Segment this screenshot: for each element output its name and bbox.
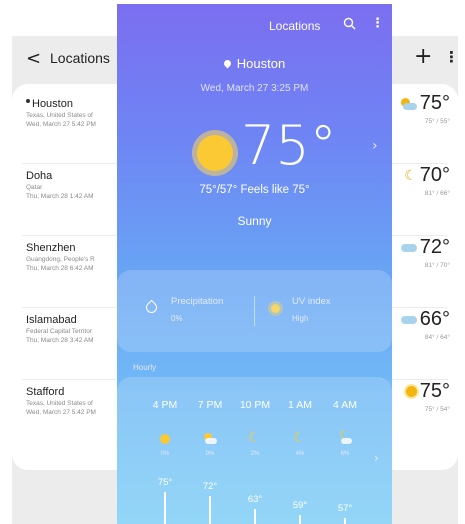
location-details: Federal Capital Territor Thu, March 28 3:…	[26, 327, 118, 345]
hourly-column: 1 AM ☾ 4% 59°	[277, 377, 323, 524]
hourly-column: 7 PM 0% 72°	[187, 377, 233, 524]
hourly-column: 10 PM ☾ 2% 63°	[232, 377, 278, 524]
location-datetime: Wed, March 27 5:42 PM	[26, 121, 96, 128]
location-region: Qatar	[26, 184, 43, 191]
hourly-temp-bar	[209, 496, 211, 524]
uv-index-value: High	[292, 314, 309, 323]
search-icon[interactable]	[343, 17, 356, 35]
conditions-card: Precipitation 0% UV index High	[117, 270, 392, 352]
weather-condition: Sunny	[237, 214, 272, 228]
hourly-time: 1 AM	[288, 399, 312, 411]
location-name: Houston	[26, 98, 73, 110]
current-datetime: Wed, March 27 3:25 PM	[200, 83, 309, 94]
feels-like-line: 75°/57° Feels like 75°	[199, 184, 310, 196]
location-temp-range: 81° / 66°	[424, 190, 450, 197]
location-datetime: Thu, March 28 1:42 AM	[26, 193, 94, 200]
location-temp-value: 70°	[419, 164, 450, 186]
location-datetime: Wed, March 27 5:42 PM	[26, 409, 96, 416]
hourly-temp-bar	[344, 518, 346, 524]
location-temp-range: 75° / 54°	[424, 406, 450, 413]
city-name: Houston	[117, 56, 392, 71]
location-region: Texas, United States of	[26, 400, 93, 407]
hourly-precipitation: 6%	[340, 451, 350, 457]
location-region: Federal Capital Territor	[26, 328, 92, 335]
raindrop-icon	[143, 299, 160, 316]
more-vertical-icon[interactable]: ⋮	[371, 16, 384, 31]
hourly-temperature: 75°	[157, 477, 173, 488]
location-temp-value: 75°	[419, 380, 450, 402]
add-location-button[interactable]: +	[414, 44, 432, 69]
location-temperature: 66°	[400, 308, 450, 331]
location-temperature: ☾ 70°	[404, 164, 450, 187]
location-name: Islamabad	[26, 314, 77, 326]
sun-icon	[158, 433, 172, 445]
location-temp-value: 66°	[419, 308, 450, 330]
hourly-temp-bar	[299, 515, 301, 524]
hourly-time: 7 PM	[197, 399, 223, 411]
sun-icon	[197, 135, 233, 171]
hourly-temp-bar	[254, 509, 256, 524]
locations-title: Locations	[50, 50, 110, 66]
hourly-time: 4 AM	[333, 399, 357, 411]
location-temperature: 75°	[399, 92, 450, 115]
location-details: Guangdong, People's R Thu, March 28 6:42 …	[26, 255, 118, 273]
location-region: Texas, United States of	[26, 112, 93, 119]
hourly-temperature: 59°	[292, 500, 308, 511]
location-temperature: 75°	[405, 380, 450, 403]
more-options-button[interactable]: ⋮	[444, 48, 459, 66]
location-temperature: 72°	[400, 236, 450, 259]
chevron-right-icon[interactable]: ›	[374, 451, 379, 465]
chevron-right-icon[interactable]: ›	[372, 138, 378, 154]
hourly-precipitation: 0%	[205, 451, 215, 457]
cloud-icon	[400, 243, 417, 252]
moon-icon: ☾	[248, 429, 261, 445]
hourly-temp-bar	[164, 492, 166, 524]
cloud-icon	[400, 315, 417, 324]
partly-cloudy-night-icon: ☾	[338, 428, 352, 445]
precipitation-value: 0%	[171, 314, 183, 323]
uv-index-label: UV index	[292, 296, 331, 307]
hourly-column: 4 AM ☾ 6% 57°	[322, 377, 368, 524]
sun-icon	[405, 386, 417, 397]
current-temperature: 75°	[241, 114, 337, 177]
hourly-temperature: 63°	[247, 494, 263, 505]
moon-icon: ☾	[293, 429, 306, 445]
uv-sun-icon	[271, 304, 280, 313]
hourly-precipitation: 2%	[250, 451, 260, 457]
location-temp-value: 75°	[419, 92, 450, 114]
location-datetime: Thu, March 28 6:42 AM	[26, 265, 94, 272]
current-location-icon	[26, 99, 30, 103]
divider	[254, 296, 255, 326]
moon-icon: ☾	[404, 167, 417, 183]
location-region: Guangdong, People's R	[26, 256, 95, 263]
location-pin-icon	[222, 58, 233, 69]
hourly-precipitation: 4%	[295, 451, 305, 457]
precipitation-label: Precipitation	[171, 296, 224, 307]
hourly-precipitation: 0%	[160, 451, 170, 457]
hourly-column: 4 PM 0% 75°	[142, 377, 188, 524]
hourly-time: 10 PM	[239, 399, 271, 411]
partly-sunny-icon	[399, 97, 417, 110]
hourly-temperature: 72°	[202, 481, 218, 492]
location-details: Qatar Thu, March 28 1:42 AM	[26, 183, 118, 201]
location-datetime: Thu, March 28 3:42 AM	[26, 337, 94, 344]
back-button[interactable]: <	[26, 48, 41, 69]
hourly-label: Hourly	[133, 363, 157, 372]
location-name: Shenzhen	[26, 242, 76, 254]
location-name: Stafford	[26, 386, 65, 398]
location-name: Doha	[26, 170, 53, 182]
hourly-forecast[interactable]: 4 PM 0% 75° 7 PM 0% 72° 10 PM ☾ 2% 63° 1 AM ☾ 4% 59° 4…	[117, 377, 392, 524]
location-temp-value: 72°	[419, 236, 450, 258]
location-details: Texas, United States of Wed, March 27 5:4…	[26, 399, 118, 417]
city-label: Houston	[236, 56, 286, 71]
location-temp-range: 75° / 55°	[424, 118, 450, 125]
hourly-time: 4 PM	[152, 399, 178, 411]
detail-header-title[interactable]: Locations	[269, 19, 320, 33]
location-temp-range: 81° / 70°	[424, 262, 450, 269]
location-details: Texas, United States of Wed, March 27 5:4…	[26, 111, 118, 129]
hourly-temperature: 57°	[337, 503, 353, 514]
weather-detail-panel: Locations ⋮ Houston Wed, March 27 3:25 P…	[117, 4, 392, 524]
location-temp-range: 84° / 64°	[424, 334, 450, 341]
partly-sunny-icon	[203, 433, 217, 445]
